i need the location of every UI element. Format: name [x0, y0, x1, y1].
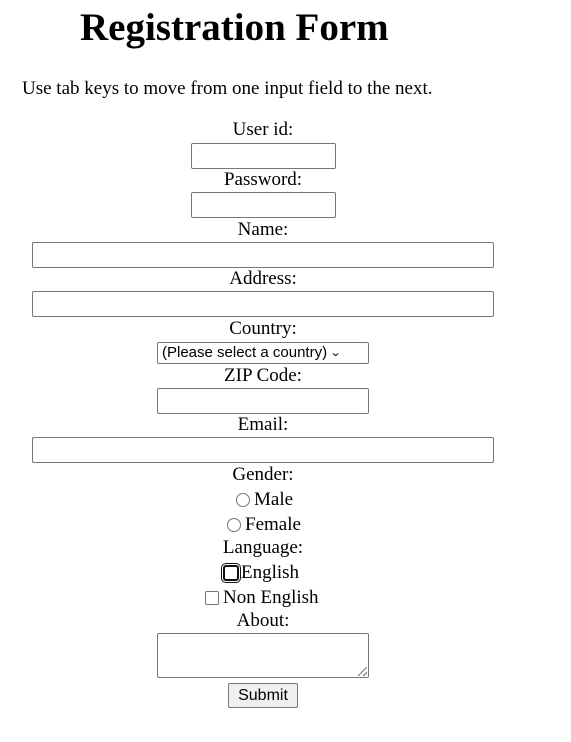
non-english-checkbox[interactable] [205, 591, 219, 605]
email-label: Email: [237, 414, 289, 435]
female-radio[interactable] [227, 518, 241, 532]
userid-input[interactable] [191, 143, 336, 169]
gender-label: Gender: [232, 464, 294, 485]
zip-label: ZIP Code: [224, 365, 302, 386]
country-label: Country: [229, 318, 297, 339]
about-label: About: [236, 610, 290, 631]
language-option-non-english[interactable]: Non English [205, 587, 319, 609]
name-label: Name: [237, 219, 289, 240]
address-input[interactable] [32, 291, 494, 317]
about-textarea[interactable] [157, 633, 369, 678]
email-input[interactable] [32, 437, 494, 463]
resize-grip-icon[interactable] [358, 667, 367, 676]
gender-option-male[interactable]: Male [236, 489, 293, 511]
instructions-text: Use tab keys to move from one input fiel… [22, 78, 433, 99]
male-radio-label: Male [254, 489, 294, 510]
female-radio-label: Female [245, 514, 301, 535]
english-checkbox[interactable] [223, 565, 239, 581]
english-checkbox-label: English [241, 562, 300, 583]
password-input[interactable] [191, 192, 336, 218]
non-english-checkbox-label: Non English [223, 587, 319, 608]
chevron-down-icon: ⌄ [329, 347, 342, 359]
male-radio[interactable] [236, 493, 250, 507]
country-select[interactable]: (Please select a country) ⌄ [157, 342, 369, 364]
address-label: Address: [229, 268, 297, 289]
userid-label: User id: [232, 119, 294, 140]
name-input[interactable] [32, 242, 494, 268]
submit-button[interactable]: Submit [228, 683, 298, 708]
zip-input[interactable] [157, 388, 369, 414]
language-option-english[interactable]: English [223, 562, 299, 584]
password-label: Password: [223, 169, 303, 190]
language-label: Language: [222, 537, 304, 558]
country-selected-value: (Please select a country) [162, 344, 328, 361]
gender-option-female[interactable]: Female [227, 514, 301, 536]
page-title: Registration Form [80, 6, 389, 49]
